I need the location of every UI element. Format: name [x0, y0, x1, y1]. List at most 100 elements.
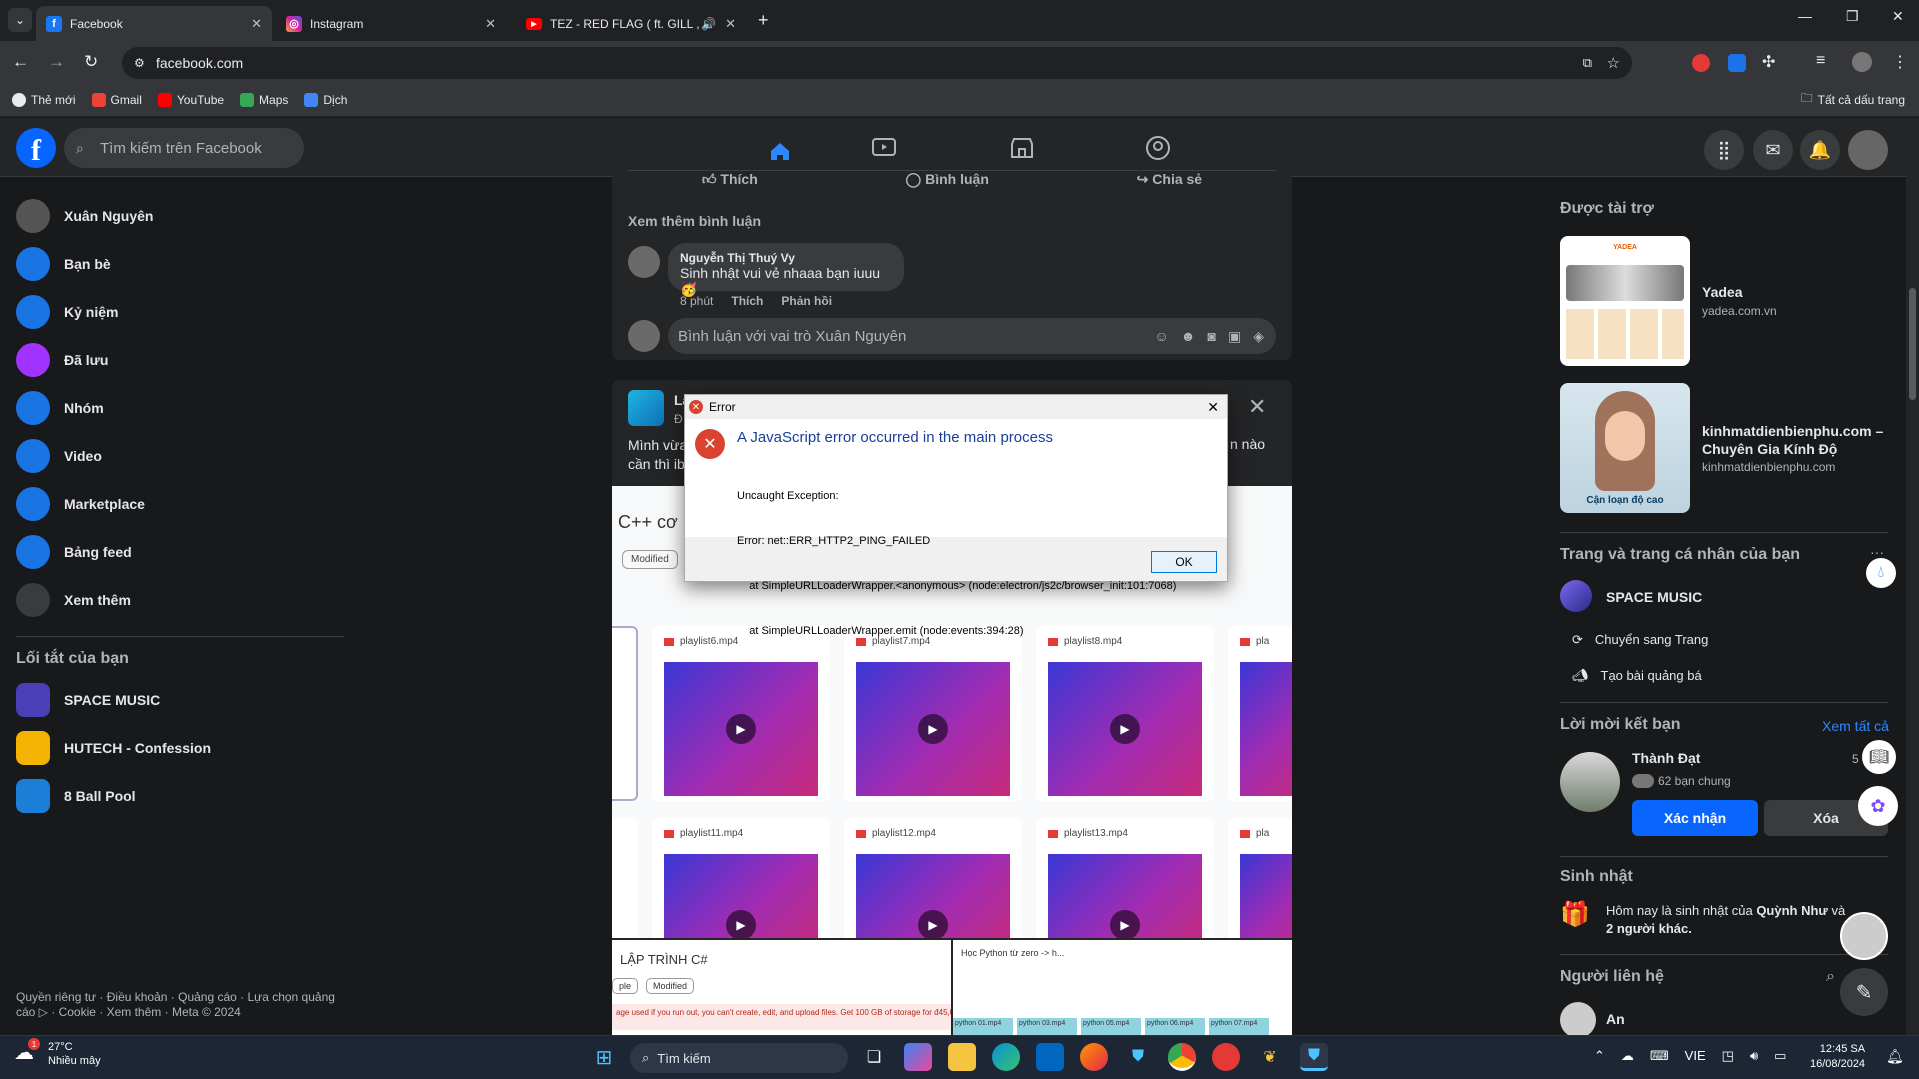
menu-grid-button[interactable]: ⣿ — [1704, 130, 1744, 170]
messenger-button[interactable]: ✉ — [1753, 130, 1793, 170]
post2-page-avatar[interactable] — [628, 390, 664, 426]
edge-icon[interactable] — [992, 1043, 1020, 1071]
sidebar-item-kỷ-niệm[interactable]: Kỷ niệm — [16, 292, 118, 332]
sidebar-item-video[interactable]: Video — [16, 436, 102, 476]
language-indicator[interactable]: VIE — [1685, 1048, 1706, 1064]
back-button[interactable]: ← — [12, 52, 29, 72]
store-icon[interactable] — [1036, 1043, 1064, 1071]
tab-facebook[interactable]: f Facebook ✕ — [36, 6, 272, 41]
close-window-button[interactable]: ✕ — [1892, 8, 1904, 25]
app-red-icon[interactable] — [1212, 1043, 1240, 1071]
task-view-icon[interactable]: ❏ — [860, 1043, 888, 1071]
comment-reply-link[interactable]: Phản hồi — [781, 294, 832, 308]
close-icon[interactable]: ✕ — [485, 16, 496, 32]
new-tab-button[interactable]: + — [758, 10, 769, 31]
floating-brain-widget[interactable]: ✿ — [1858, 786, 1898, 826]
address-bar[interactable]: ⚙ facebook.com ⧉ ☆ — [122, 47, 1632, 79]
start-button[interactable]: ⊞ — [590, 1043, 618, 1071]
taskbar-search[interactable]: ⌕ Tìm kiếm — [630, 1043, 848, 1073]
camera-icon[interactable]: ◙ — [1208, 328, 1216, 345]
menu-icon[interactable]: ⋮ — [1892, 52, 1908, 72]
battery-icon[interactable]: ▭ — [1774, 1048, 1786, 1064]
close-icon[interactable]: ✕ — [725, 16, 736, 32]
contact-name[interactable]: An — [1606, 1011, 1625, 1027]
system-tray[interactable]: ⌃ ☁ ⌨ VIE ◳ 🔊︎ ▭ — [1594, 1048, 1786, 1064]
commenter-avatar[interactable] — [628, 246, 660, 278]
page-scrollbar[interactable] — [1906, 118, 1919, 1035]
sidebar-item-xuân-nguyên[interactable]: Xuân Nguyên — [16, 196, 153, 236]
ad-image-glasses[interactable]: Cận loạn độ cao — [1560, 383, 1690, 513]
post-image-right[interactable]: Học Python từ zero -> h... python 01.mp4… — [953, 940, 1292, 1036]
dialog-close-icon[interactable]: ✕ — [1207, 399, 1219, 416]
sidebar-item-marketplace[interactable]: Marketplace — [16, 484, 145, 524]
comment-compose-input[interactable]: Bình luận với vai trò Xuân Nguyên ☺ ☻ ◙ … — [668, 318, 1276, 354]
install-icon[interactable]: ⧉ — [1583, 55, 1592, 71]
page-avatar[interactable] — [1560, 580, 1592, 612]
profile-avatar[interactable] — [1852, 52, 1872, 72]
sidebar-item-nhóm[interactable]: Nhóm — [16, 388, 104, 428]
avatar-sticker-icon[interactable]: ☺ — [1154, 328, 1168, 345]
keyboard-icon[interactable]: ⌨ — [1650, 1048, 1669, 1064]
comment-author[interactable]: Nguyễn Thị Thuý Vy — [680, 251, 892, 265]
facebook-search-input[interactable]: ⌕ Tìm kiếm trên Facebook — [64, 128, 304, 168]
bookmark-maps[interactable]: Maps — [240, 92, 288, 107]
ok-button[interactable]: OK — [1151, 551, 1217, 573]
restore-button[interactable]: ❐ — [1846, 8, 1859, 25]
star-icon[interactable]: ☆ — [1607, 54, 1620, 72]
minimize-button[interactable]: — — [1798, 8, 1812, 24]
account-avatar[interactable] — [1848, 130, 1888, 170]
tab-youtube[interactable]: ▶ TEZ - RED FLAG ( ft. GILL , I 🔊 ✕ — [516, 6, 746, 41]
tab-instagram[interactable]: ◎ Instagram ✕ — [276, 6, 506, 41]
like-button[interactable]: 👍︎ Thích — [702, 171, 758, 192]
contacts-search-icon[interactable]: ⌕ — [1826, 968, 1835, 986]
bookmark-youtube[interactable]: YouTube — [157, 92, 224, 107]
forward-button[interactable]: → — [48, 52, 65, 72]
ad-image-yadea[interactable]: YADEA — [1560, 236, 1690, 366]
new-message-button[interactable]: ✎ — [1840, 968, 1888, 1016]
app-leaf-icon[interactable]: ❦ — [1256, 1043, 1284, 1071]
extensions-icon[interactable]: ✣ — [1762, 52, 1775, 72]
extension-red-icon[interactable] — [1692, 54, 1710, 72]
clock[interactable]: 12:45 SA 16/08/2024 — [1810, 1042, 1865, 1072]
chat-head-avatar[interactable] — [1840, 912, 1888, 960]
bookmark-new-tab[interactable]: Thẻ mới — [12, 92, 76, 107]
friend-name[interactable]: Thành Đạt — [1632, 750, 1700, 766]
page-name[interactable]: SPACE MUSIC — [1606, 589, 1702, 605]
tab-list-button[interactable]: ⌄ — [8, 8, 32, 32]
notifications-button[interactable]: 🔔 — [1800, 130, 1840, 170]
sidebar-item-bạn-bè[interactable]: Bạn bè — [16, 244, 111, 284]
create-ad-link[interactable]: 📣︎ Tạo bài quảng bá — [1572, 668, 1702, 684]
scrollbar-thumb[interactable] — [1909, 288, 1916, 400]
floating-drop-widget[interactable]: 💧︎ — [1866, 558, 1896, 588]
sidebar-item-đã-lưu[interactable]: Đã lưu — [16, 340, 108, 380]
confirm-button[interactable]: Xác nhận — [1632, 800, 1758, 836]
extension-drop-icon[interactable] — [1728, 54, 1746, 72]
share-button[interactable]: ↪ Chia sẻ — [1137, 171, 1202, 192]
shortcut-item[interactable]: SPACE MUSIC — [16, 680, 160, 720]
media-icon[interactable]: ≡ — [1816, 52, 1825, 70]
network-icon[interactable]: ◳ — [1722, 1048, 1734, 1064]
chevron-up-icon[interactable]: ⌃ — [1594, 1048, 1605, 1064]
post-image-left[interactable]: LẬP TRÌNH C# ple Modified age used if yo… — [612, 940, 951, 1036]
view-more-comments[interactable]: Xem thêm bình luận — [628, 213, 761, 229]
footer-links[interactable]: Quyền riêng tư · Điều khoản · Quảng cáo … — [16, 990, 335, 1020]
comment-button[interactable]: ◯ Bình luận — [906, 171, 989, 192]
floating-reader-widget[interactable]: 📖︎ — [1862, 740, 1896, 774]
notification-bell-icon[interactable]: 🔔︎ — [1886, 1048, 1904, 1065]
ad-name[interactable]: kinhmatdienbienphu.com – Chuyên Gia Kính… — [1702, 422, 1902, 458]
gif-icon[interactable]: ▣ — [1228, 328, 1241, 345]
post2-close-icon[interactable]: ✕ — [1248, 394, 1266, 420]
site-info-icon[interactable]: ⚙ — [134, 56, 145, 70]
shortcut-item[interactable]: 8 Ball Pool — [16, 776, 136, 816]
emoji-icon[interactable]: ☻ — [1181, 328, 1196, 345]
bookmark-gmail[interactable]: Gmail — [91, 92, 142, 107]
ad-name[interactable]: Yadea — [1702, 284, 1742, 300]
firefox-icon[interactable] — [1080, 1043, 1108, 1071]
close-icon[interactable]: ✕ — [251, 16, 262, 32]
file-explorer-icon[interactable] — [948, 1043, 976, 1071]
facebook-logo[interactable]: f — [16, 128, 56, 168]
shortcut-item[interactable]: HUTECH - Confession — [16, 728, 211, 768]
chrome-icon[interactable] — [1168, 1043, 1196, 1071]
contact-avatar[interactable] — [1560, 1002, 1596, 1038]
bookmark-translate[interactable]: Dịch — [304, 92, 347, 107]
